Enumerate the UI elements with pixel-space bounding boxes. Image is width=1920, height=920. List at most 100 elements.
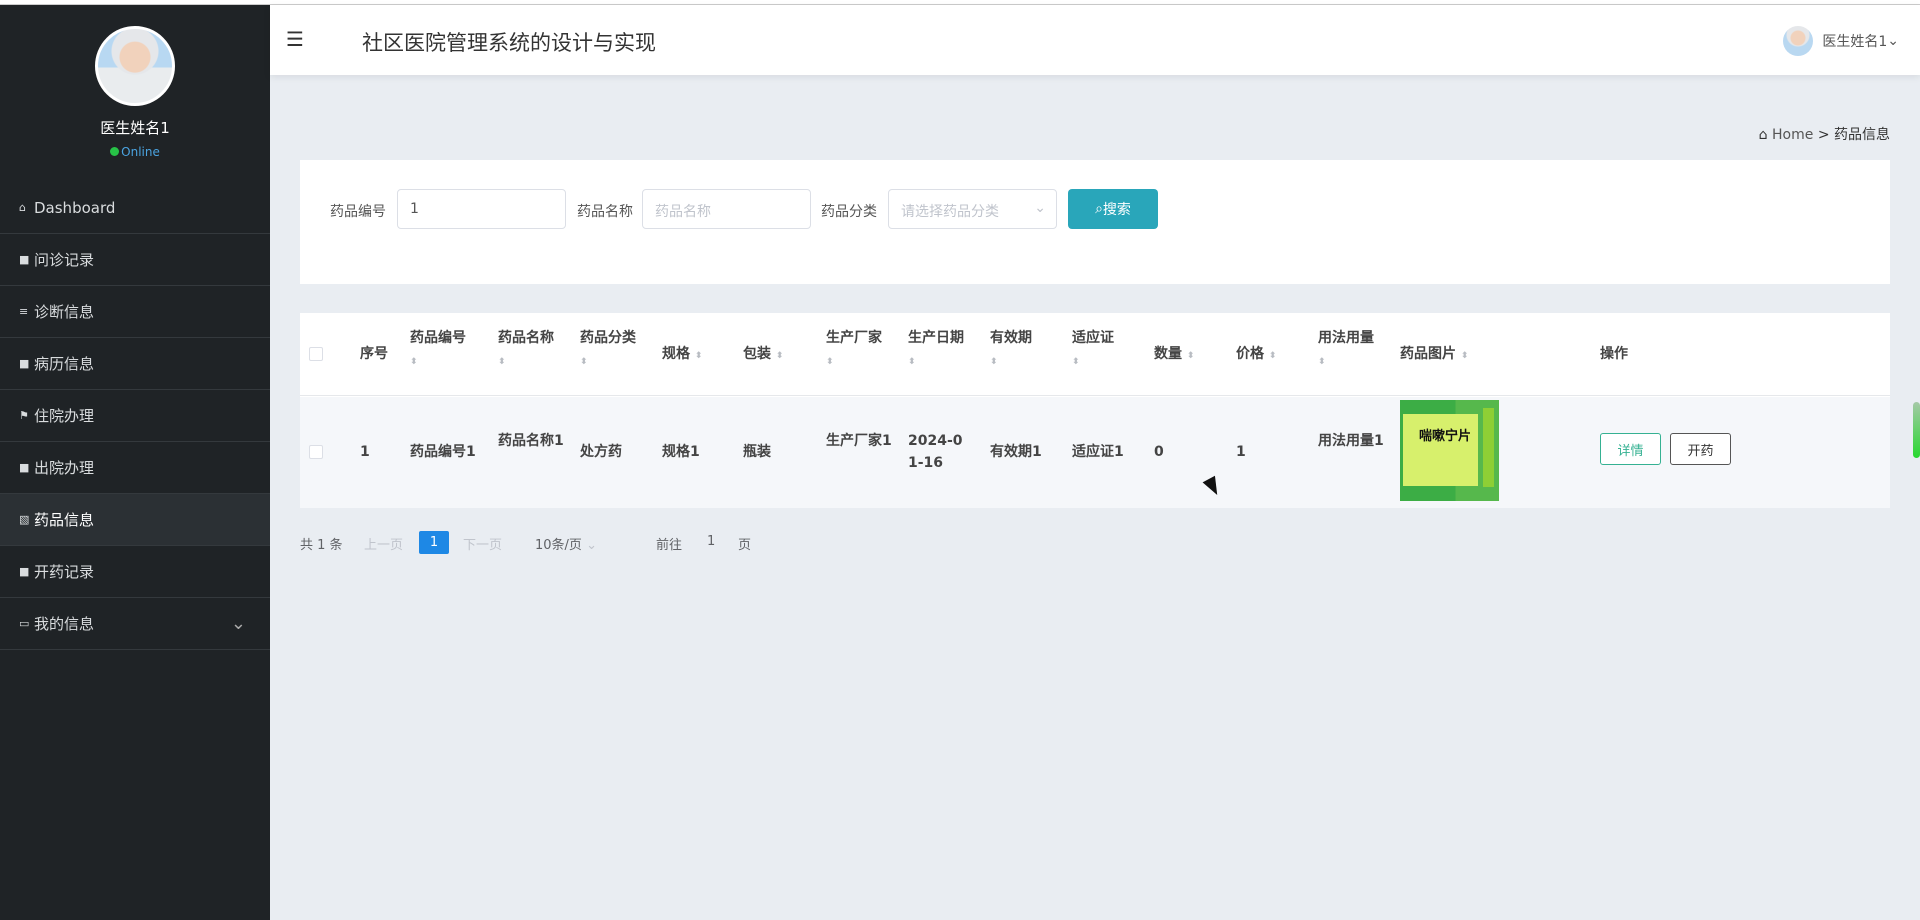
- top-bar: ☰ 社区医院管理系统的设计与实现 医生姓名1 ⌄: [270, 5, 1920, 75]
- header-text: 价格: [1236, 346, 1264, 362]
- header-text: 适应证: [1072, 330, 1114, 346]
- drug-image[interactable]: 喘嗽宁片: [1400, 400, 1499, 501]
- header-text: 药品编号: [410, 330, 466, 346]
- sidebar-item-medical-records[interactable]: ■ 病历信息: [0, 338, 270, 390]
- row-price: 1: [1236, 444, 1246, 460]
- row-indication: 适应证1: [1072, 444, 1124, 460]
- sidebar-item-prescription-records[interactable]: ■ 开药记录: [0, 546, 270, 598]
- chevron-down-icon: ⌄: [1887, 33, 1899, 49]
- grid-icon: ■: [19, 565, 30, 578]
- breadcrumb-separator: >: [1817, 127, 1830, 143]
- sort-icon: ⬍: [1186, 351, 1194, 361]
- menu-toggle-icon[interactable]: ☰: [286, 29, 310, 51]
- breadcrumb-current: 药品信息: [1834, 127, 1890, 143]
- sidebar-item-label: 诊断信息: [34, 303, 95, 321]
- sort-icon: ⬍: [410, 357, 417, 367]
- sidebar-item-admission[interactable]: ⚑ 住院办理: [0, 390, 270, 442]
- header-text: 药品图片: [1400, 346, 1456, 362]
- header-seq[interactable]: 序号: [360, 343, 388, 365]
- header-text: 包装: [743, 346, 771, 362]
- drug-code-input[interactable]: 1: [397, 189, 566, 229]
- row-seq: 1: [360, 444, 370, 460]
- sidebar-item-label: 药品信息: [34, 511, 95, 529]
- detail-button[interactable]: 详情: [1600, 433, 1661, 465]
- sort-icon: ⬍: [908, 357, 915, 367]
- status-text: Online: [121, 145, 160, 159]
- table-row[interactable]: 1 药品编号1 药品名称1 处方药 规格1 瓶装 生产厂家1 2024-01-1…: [300, 397, 1890, 508]
- sidebar-item-dashboard[interactable]: ⌂ Dashboard: [0, 182, 270, 234]
- drug-code-label: 药品编号: [330, 204, 386, 220]
- header-text: 数量: [1154, 346, 1182, 362]
- sidebar-item-label: 病历信息: [34, 355, 95, 373]
- goto-label: 前往: [656, 538, 683, 553]
- header-indication[interactable]: 适应证 ⬍: [1072, 327, 1114, 373]
- grid-icon: ■: [19, 461, 30, 474]
- sidebar-item-label: 我的信息: [34, 615, 95, 633]
- header-drug-name[interactable]: 药品名称 ⬍: [498, 327, 554, 373]
- header-price[interactable]: 价格 ⬍: [1236, 343, 1276, 367]
- row-drug-name: 药品名称1: [498, 433, 564, 449]
- sidebar-item-discharge[interactable]: ■ 出院办理: [0, 442, 270, 494]
- header-production-date[interactable]: 生产日期 ⬍: [908, 327, 964, 373]
- sort-icon: ⬍: [826, 357, 833, 367]
- page-size-value: 10条/页: [535, 538, 582, 553]
- search-icon: ⌕: [1095, 201, 1103, 217]
- header-actions: 操作: [1600, 346, 1628, 362]
- list-icon: ≡: [19, 305, 29, 318]
- home-icon: ⌂: [19, 201, 26, 214]
- drug-name-label: 药品名称: [577, 204, 633, 220]
- row-drug-code: 药品编号1: [410, 444, 476, 460]
- drug-name-input[interactable]: 药品名称: [642, 189, 811, 229]
- sort-icon: ⬍: [694, 351, 702, 361]
- sidebar-item-my-info[interactable]: ▭ 我的信息 ⌄: [0, 598, 270, 650]
- user-menu[interactable]: 医生姓名1 ⌄: [1783, 26, 1899, 56]
- flag-icon: ⚑: [19, 409, 29, 422]
- header-drug-image[interactable]: 药品图片 ⬍: [1400, 343, 1468, 367]
- search-button-label: 搜索: [1102, 202, 1131, 218]
- sort-icon: ⬍: [775, 351, 783, 361]
- header-spec[interactable]: 规格 ⬍: [662, 343, 702, 367]
- current-page-button[interactable]: 1: [419, 531, 449, 554]
- drug-image-text: 喘嗽宁片: [1418, 429, 1471, 444]
- chevron-down-icon: ⌄: [586, 538, 597, 553]
- sort-icon: ⬍: [498, 357, 505, 367]
- sidebar-item-drug-info[interactable]: ▧ 药品信息: [0, 494, 270, 546]
- sidebar: 医生姓名1 Online ⌂ Dashboard ■ 问诊记录 ≡ 诊断信息 ■ 病历信…: [0, 5, 270, 920]
- row-expiry: 有效期1: [990, 444, 1042, 460]
- header-drug-code[interactable]: 药品编号 ⬍: [410, 327, 466, 373]
- sidebar-item-consultation-records[interactable]: ■ 问诊记录: [0, 234, 270, 286]
- sort-icon: ⬍: [1072, 357, 1079, 367]
- drug-category-select[interactable]: 请选择药品分类 ⌄: [888, 189, 1057, 229]
- sidebar-item-label: 开药记录: [34, 563, 95, 581]
- sort-icon: ⬍: [1318, 357, 1325, 367]
- sidebar-item-diagnosis-info[interactable]: ≡ 诊断信息: [0, 286, 270, 338]
- row-checkbox[interactable]: [309, 445, 323, 459]
- header-quantity[interactable]: 数量 ⬍: [1154, 343, 1194, 367]
- goto-page-input[interactable]: 1: [707, 534, 715, 549]
- search-button[interactable]: ⌕ 搜索: [1068, 189, 1158, 229]
- page-size-select[interactable]: 10条/页 ⌄: [535, 534, 597, 553]
- next-page-button[interactable]: 下一页: [463, 534, 502, 553]
- row-quantity: 0: [1154, 444, 1164, 460]
- sort-icon: ⬍: [580, 357, 587, 367]
- prescribe-button[interactable]: 开药: [1670, 433, 1731, 465]
- user-avatar: [1783, 26, 1814, 56]
- drug-table: 序号 药品编号 ⬍ 药品名称 ⬍ 药品分类 ⬍ 规格 ⬍ 包装 ⬍ 生产厂家 ⬍ 生产日…: [300, 313, 1890, 508]
- header-package[interactable]: 包装 ⬍: [743, 343, 783, 367]
- previous-page-button[interactable]: 上一页: [364, 534, 403, 553]
- header-drug-category[interactable]: 药品分类 ⬍: [580, 327, 636, 373]
- header-manufacturer[interactable]: 生产厂家 ⬍: [826, 327, 882, 373]
- category-select-value: 请选择药品分类: [901, 204, 999, 220]
- select-all-checkbox[interactable]: [309, 347, 323, 361]
- scrollbar[interactable]: [1913, 402, 1920, 458]
- header-text: 有效期: [990, 330, 1032, 346]
- header-text: 药品分类: [580, 330, 636, 346]
- sort-icon: ⬍: [1460, 351, 1468, 361]
- page-title: 社区医院管理系统的设计与实现: [362, 31, 656, 55]
- total-count: 共 1 条: [300, 538, 343, 553]
- header-usage[interactable]: 用法用量 ⬍: [1318, 327, 1374, 373]
- header-expiry[interactable]: 有效期 ⬍: [990, 327, 1032, 373]
- user-name: 医生姓名1: [1822, 34, 1888, 50]
- page-unit: 页: [738, 538, 752, 553]
- breadcrumb-home[interactable]: Home: [1772, 127, 1813, 143]
